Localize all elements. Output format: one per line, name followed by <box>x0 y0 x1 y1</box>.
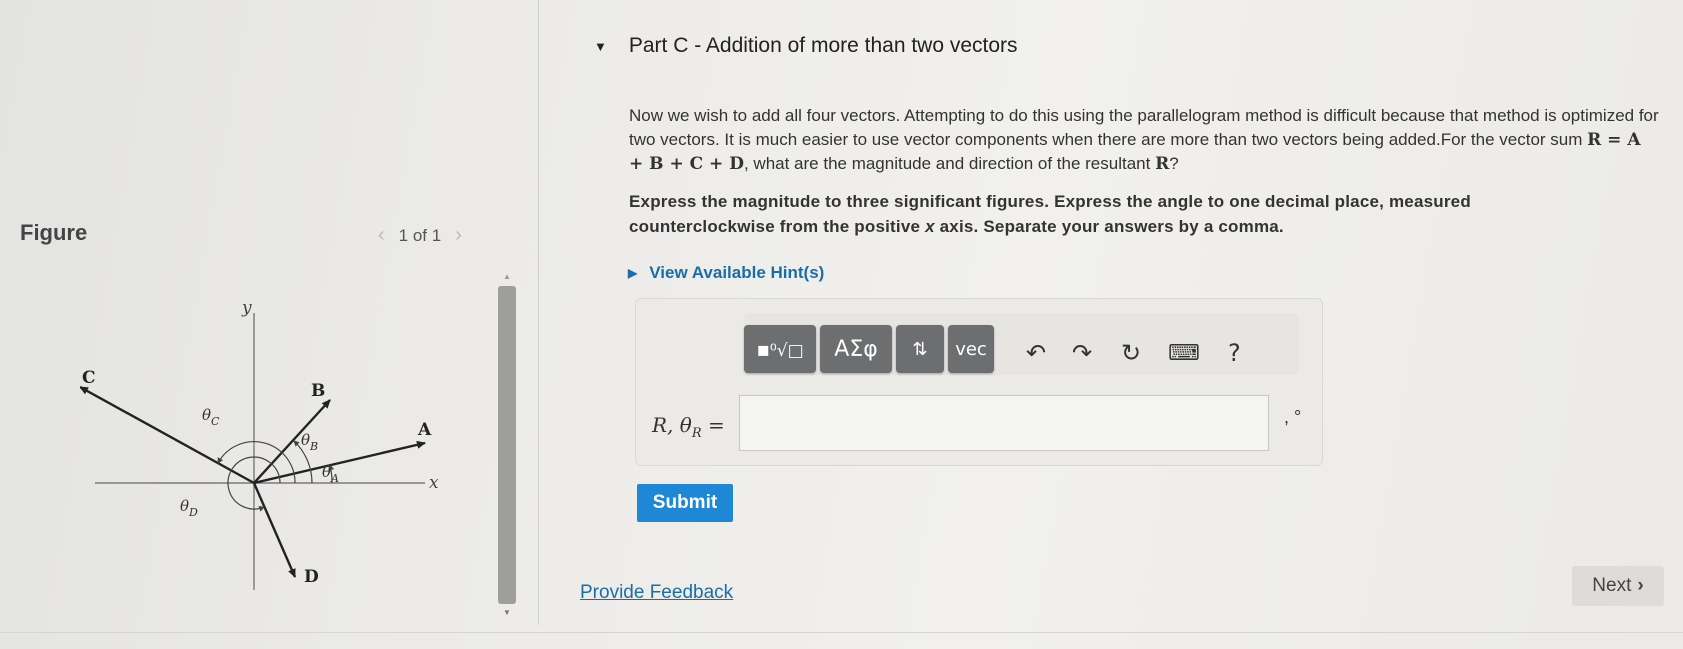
answer-input[interactable] <box>739 395 1269 451</box>
vector-button[interactable]: vec <box>948 325 994 373</box>
part-title: Part C - Addition of more than two vecto… <box>628 34 1018 57</box>
question-text: Now we wish to add all four vectors. Att… <box>629 106 1659 174</box>
vector-c <box>79 385 255 485</box>
scroll-down-arrow-icon[interactable]: ▼ <box>496 606 518 620</box>
keyboard-icon[interactable]: ⌨ <box>1168 341 1200 366</box>
chevron-right-icon[interactable]: › <box>455 224 462 247</box>
vector-c-label: C <box>82 368 96 388</box>
view-hints-toggle[interactable]: ▶ View Available Hint(s) <box>628 263 824 283</box>
scroll-up-arrow-icon[interactable]: ▲ <box>496 270 518 284</box>
figure-title: Figure <box>20 220 88 245</box>
vector-a-label: A <box>417 420 432 440</box>
next-label: Next <box>1592 575 1632 596</box>
x-axis-label: x <box>429 473 439 493</box>
panel-divider <box>538 0 539 625</box>
scroll-thumb[interactable] <box>498 286 516 604</box>
templates-button[interactable]: ▪⁰√□ <box>744 325 816 373</box>
figure-panel: Figure ‹ 1 of 1 › y x A B C D θA θB θC θ… <box>0 0 538 649</box>
theta-c-label: θC <box>202 406 220 428</box>
expand-triangle-icon: ▶ <box>628 266 638 280</box>
answer-instructions: Express the magnitude to three significa… <box>629 192 1471 236</box>
vector-d-label: D <box>304 567 319 587</box>
arrows-button[interactable]: ⇅ <box>896 325 944 373</box>
undo-icon[interactable]: ↶ <box>1026 339 1046 367</box>
greek-symbols-button[interactable]: ΑΣφ <box>820 325 892 373</box>
bottom-divider <box>0 632 1683 633</box>
submit-button[interactable]: Submit <box>637 484 733 522</box>
answer-box: ▪⁰√□ ΑΣφ ⇅ vec ↶ ↷ ↻ ⌨ ? R, θR = , ° <box>635 298 1323 466</box>
next-button[interactable]: Next › <box>1572 566 1664 606</box>
theta-d-label: θD <box>180 497 198 519</box>
vector-d <box>252 482 297 578</box>
vector-b <box>253 399 331 484</box>
hints-label: View Available Hint(s) <box>649 263 825 282</box>
figure-pager: ‹ 1 of 1 › <box>378 224 462 247</box>
vector-diagram: y x A B C D θA θB θC θD <box>79 295 480 595</box>
redo-icon[interactable]: ↷ <box>1072 339 1092 367</box>
resultant-symbol: R <box>1155 154 1170 174</box>
chevron-left-icon[interactable]: ‹ <box>378 224 385 247</box>
theta-a-label: θA <box>322 463 339 485</box>
answer-label: R, θR = <box>652 413 725 441</box>
templates-icon: ▪⁰√□ <box>756 337 804 361</box>
figure-scrollbar[interactable]: ▲ ▼ <box>496 270 518 620</box>
reset-icon[interactable]: ↻ <box>1121 339 1141 367</box>
help-button[interactable]: ? <box>1228 339 1241 367</box>
collapse-caret-icon[interactable]: ▼ <box>594 39 607 54</box>
provide-feedback-link[interactable]: Provide Feedback <box>580 582 733 604</box>
math-toolbar: ▪⁰√□ ΑΣφ ⇅ vec ↶ ↷ ↻ ⌨ ? <box>744 313 1299 375</box>
y-axis-label: y <box>241 298 252 318</box>
degree-unit-suffix: , ° <box>1284 407 1302 427</box>
pager-text: 1 of 1 <box>398 225 442 245</box>
vector-b-label: B <box>311 381 325 401</box>
chevron-right-icon: › <box>1637 575 1644 596</box>
up-down-arrows-icon: ⇅ <box>912 338 928 360</box>
theta-b-label: θB <box>301 431 318 453</box>
part-header[interactable]: ▼ Part C - Addition of more than two vec… <box>594 34 1018 58</box>
